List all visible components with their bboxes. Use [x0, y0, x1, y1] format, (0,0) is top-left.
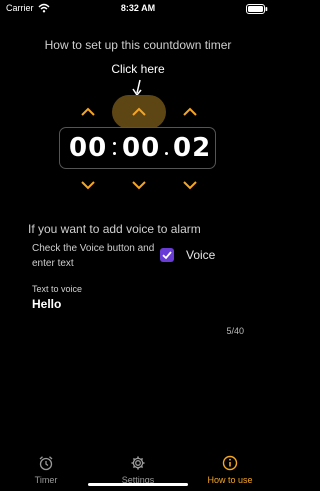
minutes-down-button[interactable] [130, 179, 148, 191]
hours-down-button[interactable] [79, 179, 97, 191]
hours-up-button[interactable] [79, 106, 97, 118]
status-bar: Carrier 8:32 AM [0, 0, 276, 18]
battery-icon [246, 4, 268, 14]
separator-dot [165, 152, 168, 155]
chevron-up-icon [183, 107, 197, 116]
gear-icon [130, 455, 146, 471]
tts-input[interactable]: Hello [32, 297, 61, 311]
status-time: 8:32 AM [120, 3, 156, 13]
voice-checkbox-label[interactable]: Voice [186, 248, 215, 262]
chevron-down-icon [81, 181, 95, 190]
click-here-hint: Click here [111, 62, 165, 76]
char-counter: 5/40 [226, 326, 244, 336]
voice-instruction: Check the Voice button and enter text [32, 243, 155, 269]
separator-dot [113, 142, 116, 145]
seconds-up-button[interactable] [181, 106, 199, 118]
tab-label: How to use [207, 475, 253, 485]
chevron-up-icon [81, 107, 95, 116]
tab-settings[interactable]: Settings [92, 447, 184, 485]
hours-value[interactable]: 00 [69, 133, 107, 163]
chevron-down-icon [132, 181, 146, 190]
tab-label: Timer [34, 475, 58, 485]
alarm-clock-icon [38, 455, 54, 471]
minutes-value[interactable]: 00 [122, 133, 160, 163]
minutes-up-button[interactable] [130, 106, 148, 118]
tab-how-to-use[interactable]: How to use [184, 447, 276, 485]
info-icon [222, 455, 238, 471]
tts-field-label: Text to voice [32, 284, 83, 294]
timer-display: 00 00 02 [59, 127, 216, 169]
seconds-value[interactable]: 02 [173, 133, 211, 163]
checkmark-icon [162, 251, 172, 260]
tab-timer[interactable]: Timer [0, 447, 92, 485]
home-indicator [88, 483, 188, 486]
voice-header: If you want to add voice to alarm [28, 222, 201, 236]
chevron-down-icon [183, 181, 197, 190]
voice-checkbox[interactable] [160, 248, 174, 262]
chevron-up-icon [132, 107, 146, 116]
seconds-down-button[interactable] [181, 179, 199, 191]
help-title: How to set up this countdown timer [44, 38, 232, 52]
separator-dot [113, 152, 116, 155]
